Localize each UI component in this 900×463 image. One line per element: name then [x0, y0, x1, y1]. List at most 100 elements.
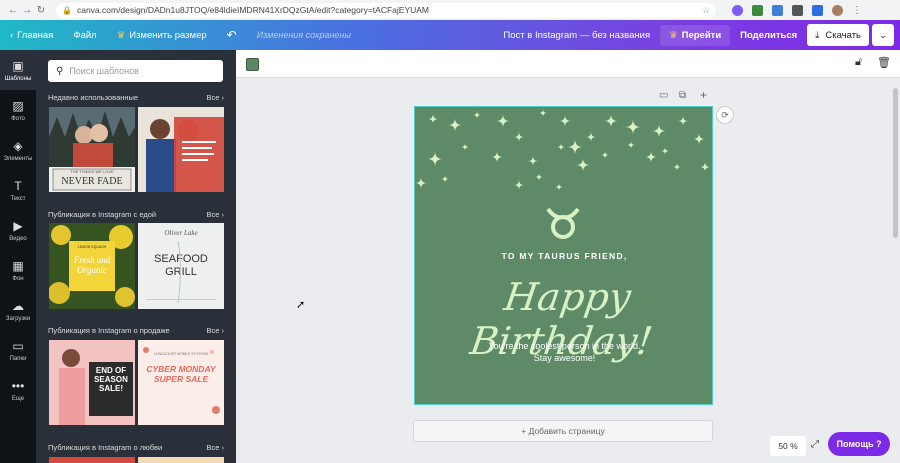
- back-button[interactable]: ←: [6, 5, 20, 16]
- undo-button[interactable]: ↶: [217, 28, 247, 42]
- template-thumb-image: [146, 240, 216, 304]
- extension-green-icon[interactable]: [752, 4, 763, 16]
- go-label: Перейти: [681, 29, 722, 41]
- body-line-1: You're the coolest person in the world.: [488, 341, 641, 351]
- document-title[interactable]: Пост в Instagram — без названия: [493, 30, 660, 41]
- template-thumb-cyber-monday[interactable]: LONGCOURT MOBILE SYSTEMS CYBER MONDAY SU…: [138, 340, 224, 425]
- chevron-left-icon: ‹: [10, 29, 14, 41]
- see-all-link[interactable]: Все ›: [206, 210, 224, 219]
- download-button[interactable]: ⤓ Скачать: [807, 24, 869, 46]
- download-label: Скачать: [825, 29, 861, 41]
- reload-button[interactable]: ↻: [34, 5, 48, 16]
- template-thumb-love-1[interactable]: [49, 457, 135, 463]
- see-all-link[interactable]: Все ›: [206, 326, 224, 335]
- photo-icon: ▨: [12, 98, 24, 113]
- thumb-subtitle: LEMON SQUASH: [77, 245, 107, 249]
- rail-item-video[interactable]: ▶ Видео: [0, 210, 36, 250]
- section-header: Недавно использованные Все ›: [48, 93, 224, 102]
- template-thumb-love-2[interactable]: [138, 457, 224, 463]
- template-thumb-never-fade[interactable]: THE THINGS WE LOVE NEVER FADE: [49, 107, 135, 192]
- template-search-input[interactable]: ⚲ Поиск шаблонов: [48, 60, 223, 82]
- template-thumb-end-of-season[interactable]: END OF SEASON SALE!: [49, 340, 135, 425]
- thumb-subtitle: LONGCOURT MOBILE SYSTEMS: [153, 352, 209, 356]
- more-icon: •••: [11, 378, 25, 393]
- add-page-icon[interactable]: +: [700, 88, 707, 102]
- rail-label: Еще: [11, 395, 25, 402]
- crown-icon: ♛: [669, 29, 678, 41]
- thumb-title: END OF SEASON SALE!: [94, 366, 128, 393]
- section-header: Публикация в Instagram о продаже Все ›: [48, 326, 224, 335]
- resize-label: Изменить размер: [129, 29, 207, 41]
- star-icon[interactable]: ☆: [702, 5, 710, 16]
- search-icon: ⚲: [56, 65, 64, 77]
- template-thumb-seafood[interactable]: Oliver Lake SEAFOOD GRILL: [138, 223, 224, 309]
- address-bar[interactable]: 🔒 canva.com/design/DADn1u8JTOQ/e84ldieIM…: [56, 2, 716, 18]
- extension-c-icon[interactable]: [732, 4, 743, 16]
- rail-label: Элементы: [3, 155, 33, 162]
- elements-icon: ◈: [13, 138, 23, 153]
- mouse-cursor-icon: ➚: [296, 299, 306, 311]
- trash-icon[interactable]: 🗑︎: [877, 56, 891, 69]
- rail-label: Фон: [12, 275, 24, 282]
- extension-arrow-icon[interactable]: [812, 4, 823, 16]
- go-pro-button[interactable]: ♛ Перейти: [660, 24, 731, 46]
- forward-button[interactable]: →: [20, 5, 34, 16]
- video-icon: ▶: [13, 218, 23, 233]
- design-page[interactable]: TO MY TAURUS FRIEND, Happy Birthday! You…: [414, 106, 713, 405]
- rail-label: Текст: [10, 195, 26, 202]
- rail-label: Видео: [9, 235, 27, 242]
- menu-dots-icon[interactable]: ⋮: [852, 5, 862, 16]
- extensions: ⋮: [732, 4, 862, 16]
- share-button[interactable]: Поделиться: [730, 30, 807, 41]
- rail-label: Папки: [9, 355, 27, 362]
- profile-avatar[interactable]: [832, 4, 843, 16]
- scrollbar[interactable]: [893, 80, 899, 440]
- help-button[interactable]: Помощь ?: [828, 432, 890, 456]
- editor-topbar: ‹ Главная Файл ♛ Изменить размер ↶ Измен…: [0, 20, 900, 50]
- file-menu[interactable]: Файл: [63, 30, 106, 41]
- rail-label: Шаблоны: [4, 75, 32, 82]
- browser-bar: ← → ↻ 🔒 canva.com/design/DADn1u8JTOQ/e84…: [0, 0, 900, 20]
- scrollbar-thumb[interactable]: [893, 88, 898, 238]
- greeting-line: TO MY TAURUS FRIEND,: [501, 251, 628, 261]
- rail-label: Фото: [11, 115, 25, 122]
- template-thumb-fresh-organic[interactable]: LEMON SQUASH Fresh and Organic: [49, 223, 135, 309]
- rail-item-templates[interactable]: ▣ Шаблоны: [0, 50, 36, 90]
- notes-icon[interactable]: ▭: [659, 90, 668, 101]
- thumb-subtitle: THE THINGS WE LOVE: [70, 169, 114, 174]
- home-button[interactable]: ‹ Главная: [0, 30, 63, 41]
- editor-toolbar: 🔓︎ 🗑︎: [236, 50, 900, 78]
- search-placeholder: Поиск шаблонов: [69, 66, 139, 76]
- rail-item-elements[interactable]: ◈ Элементы: [0, 130, 36, 170]
- thumb-title: NEVER FADE: [61, 176, 123, 187]
- section-title: Публикация в Instagram о любви: [48, 443, 163, 452]
- rail-item-text[interactable]: T Текст: [0, 170, 36, 210]
- rail-item-folder[interactable]: ▭ Папки: [0, 330, 36, 370]
- lock-icon[interactable]: 🔓︎: [855, 56, 862, 69]
- rail-item-more[interactable]: ••• Еще: [0, 370, 36, 410]
- template-thumb-image: [138, 107, 224, 192]
- thumb-title: CYBER MONDAY SUPER SALE: [146, 364, 216, 384]
- add-page-button[interactable]: + Добавить страницу: [413, 420, 713, 442]
- download-options-button[interactable]: ⌄: [872, 24, 894, 46]
- see-all-link[interactable]: Все ›: [206, 443, 224, 452]
- see-all-link[interactable]: Все ›: [206, 93, 224, 102]
- fullscreen-icon[interactable]: ⤢: [804, 433, 826, 455]
- rail-item-photo[interactable]: ▨ Фото: [0, 90, 36, 130]
- extension-dark-icon[interactable]: [792, 4, 803, 16]
- section-title: Недавно использованные: [48, 93, 139, 102]
- resize-button[interactable]: ♛ Изменить размер: [107, 30, 217, 41]
- rotate-handle-icon[interactable]: ⟳: [716, 106, 734, 124]
- template-thumb-couple[interactable]: [138, 107, 224, 192]
- rail-label: Загрузки: [5, 315, 31, 322]
- section-header: Публикация в Instagram о любви Все ›: [48, 443, 224, 452]
- extension-blue-icon[interactable]: [772, 4, 783, 16]
- background-color-swatch[interactable]: [246, 58, 259, 71]
- rail-item-background[interactable]: ▦ Фон: [0, 250, 36, 290]
- rail-item-upload[interactable]: ☁ Загрузки: [0, 290, 36, 330]
- templates-icon: ▣: [12, 58, 24, 73]
- lock-icon: 🔒: [62, 5, 72, 15]
- home-label: Главная: [17, 29, 54, 41]
- zoom-level[interactable]: 50 %: [770, 436, 806, 456]
- duplicate-page-icon[interactable]: ⧉: [679, 90, 686, 101]
